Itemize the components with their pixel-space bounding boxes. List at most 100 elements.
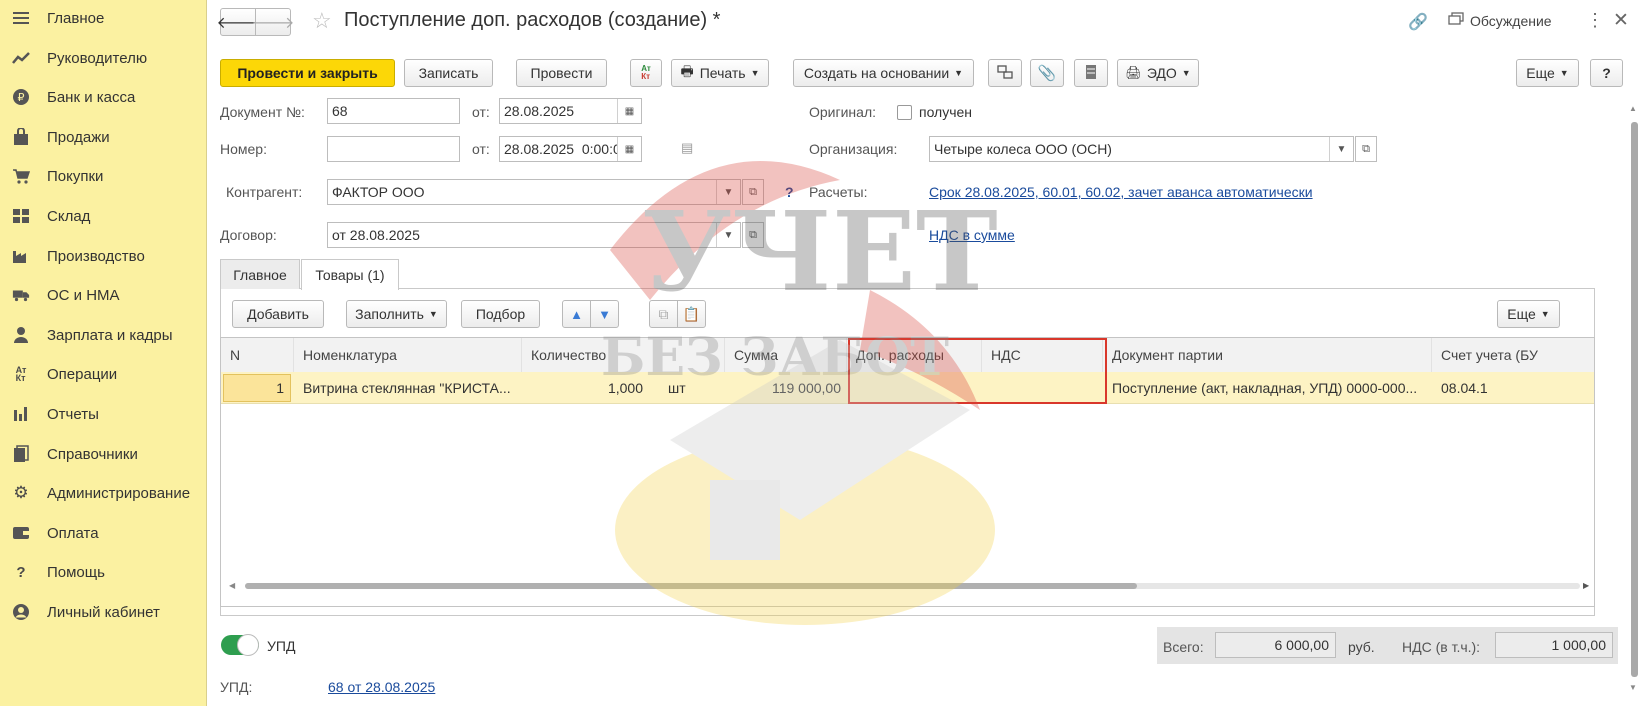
chevron-down-icon[interactable]: ▼ xyxy=(1329,137,1353,161)
scroll-down-icon[interactable]: ▼ xyxy=(1629,683,1637,692)
post-and-close-button[interactable]: Провести и закрыть xyxy=(220,59,395,87)
save-button[interactable]: Записать xyxy=(404,59,493,87)
nomer-date-field[interactable]: 28.08.2025 0:00:00 ▦ xyxy=(499,136,642,162)
question-icon[interactable]: ? xyxy=(785,184,794,200)
cell-sum[interactable]: 119 000,00 xyxy=(725,372,841,404)
scroll-up-icon[interactable]: ▲ xyxy=(1629,104,1637,113)
column-header-qty[interactable]: Количество xyxy=(522,338,725,372)
move-up-button[interactable]: ▲ xyxy=(562,300,591,328)
column-header-account[interactable]: Счет учета (БУ xyxy=(1432,338,1594,372)
add-button[interactable]: Добавить xyxy=(232,300,324,328)
scrollbar-thumb[interactable] xyxy=(245,583,1137,589)
sidebar-item-label: Помощь xyxy=(47,563,105,581)
upd-link[interactable]: 68 от 28.08.2025 xyxy=(328,679,435,695)
sidebar-item-warehouse[interactable]: Склад xyxy=(0,198,207,234)
column-header-n[interactable]: N xyxy=(221,338,294,372)
cell-account[interactable]: 08.04.1 xyxy=(1441,372,1591,404)
open-organization-button[interactable]: ⧉ xyxy=(1355,136,1377,162)
sidebar-item-references[interactable]: Справочники xyxy=(0,436,207,472)
calendar-icon[interactable]: ▦ xyxy=(617,99,641,123)
chevron-down-icon[interactable]: ▼ xyxy=(716,223,740,247)
discussion-button[interactable]: Обсуждение xyxy=(1448,12,1552,29)
copy-button[interactable]: ⧉ xyxy=(649,300,678,328)
doc-date-field[interactable]: 28.08.2025 ▦ xyxy=(499,98,642,124)
cell-n[interactable]: 1 xyxy=(223,374,291,402)
move-down-button[interactable]: ▼ xyxy=(590,300,619,328)
chevron-down-icon: ▼ xyxy=(428,309,438,319)
sidebar-item-sales[interactable]: Продажи xyxy=(0,119,207,155)
received-checkbox[interactable] xyxy=(897,105,912,120)
dt-kt-button[interactable]: Ат Кт xyxy=(630,59,662,87)
sidebar-item-manager[interactable]: Руководителю xyxy=(0,40,207,76)
cell-batch-doc[interactable]: Поступление (акт, накладная, УПД) 0000-0… xyxy=(1112,372,1428,404)
sidebar-item-payment[interactable]: Оплата xyxy=(0,515,207,551)
table-more-button[interactable]: Еще ▼ xyxy=(1497,300,1560,328)
more-vertical-icon[interactable]: ⋮ xyxy=(1586,10,1604,31)
sidebar-item-production[interactable]: Производство xyxy=(0,238,207,274)
scroll-left-icon[interactable]: ◀ xyxy=(229,581,235,590)
sidebar-item-purchases[interactable]: Покупки xyxy=(0,158,207,194)
fill-button[interactable]: Заполнить ▼ xyxy=(346,300,447,328)
organization-field[interactable]: Четыре колеса ООО (ОСН) ▼ xyxy=(929,136,1354,162)
cell-item[interactable]: Витрина стеклянная "КРИСТА... xyxy=(303,372,518,404)
cell-extra-costs[interactable] xyxy=(851,372,979,404)
sidebar-item-main[interactable]: Главное xyxy=(0,0,207,36)
sidebar-item-salary[interactable]: Зарплата и кадры xyxy=(0,317,207,353)
column-header-vat[interactable]: НДС xyxy=(982,338,1103,372)
sidebar-item-bank[interactable]: ₽ Банк и касса xyxy=(0,79,207,115)
star-icon[interactable]: ☆ xyxy=(312,8,332,34)
help-button[interactable]: ? xyxy=(1590,59,1623,87)
date-label-2: от: xyxy=(472,141,490,157)
sidebar-item-operations[interactable]: Ат Кт Операции xyxy=(0,356,207,392)
organization-label: Организация: xyxy=(809,141,898,157)
vat-total-field: 1 000,00 xyxy=(1495,632,1613,658)
original-label: Оригинал: xyxy=(809,104,876,120)
more-button[interactable]: Еще ▼ xyxy=(1516,59,1579,87)
open-contractor-button[interactable]: ⧉ xyxy=(742,179,764,205)
forward-button[interactable]: 🡒 xyxy=(252,8,294,36)
attach-button[interactable]: 📎 xyxy=(1030,59,1064,87)
vertical-scrollbar[interactable] xyxy=(1631,122,1638,677)
post-button[interactable]: Провести xyxy=(516,59,607,87)
cell-vat[interactable] xyxy=(986,372,1100,404)
sidebar-item-label: Руководителю xyxy=(47,49,148,67)
structure-button[interactable] xyxy=(988,59,1022,87)
sidebar-item-assets[interactable]: ОС и НМА xyxy=(0,277,207,313)
settlements-link[interactable]: Срок 28.08.2025, 60.01, 60.02, зачет ава… xyxy=(929,184,1313,200)
create-based-label: Создать на основании xyxy=(803,65,950,81)
print-button[interactable]: 🖶 Печать ▼ xyxy=(671,59,769,87)
pick-button[interactable]: Подбор xyxy=(461,300,540,328)
create-based-button[interactable]: Создать на основании ▼ xyxy=(793,59,974,87)
cell-unit[interactable]: шт xyxy=(668,372,708,404)
horizontal-scrollbar[interactable] xyxy=(245,583,1580,589)
open-contract-button[interactable]: ⧉ xyxy=(742,222,764,248)
scroll-right-icon[interactable]: ▶ xyxy=(1583,581,1589,590)
calculator-button[interactable] xyxy=(1074,59,1108,87)
close-icon[interactable]: ✕ xyxy=(1613,9,1629,32)
contractor-field[interactable]: ФАКТОР ООО ▼ xyxy=(327,179,741,205)
open-icon: ⧉ xyxy=(749,185,757,198)
sidebar-item-reports[interactable]: Отчеты xyxy=(0,396,207,432)
paste-button[interactable]: 📋 xyxy=(677,300,706,328)
edo-button[interactable]: 🖨 ЭДО ▼ xyxy=(1117,59,1199,87)
contract-field[interactable]: от 28.08.2025 ▼ xyxy=(327,222,741,248)
column-header-sum[interactable]: Сумма xyxy=(725,338,847,372)
column-header-extra-costs[interactable]: Доп. расходы xyxy=(847,338,982,372)
tab-goods[interactable]: Товары (1) xyxy=(301,259,399,290)
link-icon[interactable]: 🔗 xyxy=(1408,12,1428,32)
sidebar-item-account[interactable]: Личный кабинет xyxy=(0,594,207,630)
column-header-item[interactable]: Номенклатура xyxy=(294,338,522,372)
cell-qty[interactable]: 1,000 xyxy=(525,372,643,404)
doc-number-field[interactable]: 68 xyxy=(327,98,460,124)
chevron-down-icon[interactable]: ▼ xyxy=(716,180,740,204)
tab-main[interactable]: Главное xyxy=(220,259,300,289)
vat-link[interactable]: НДС в сумме xyxy=(929,227,1015,243)
sidebar-item-label: Продажи xyxy=(47,128,110,146)
upd-toggle[interactable] xyxy=(221,634,259,656)
nomer-field[interactable] xyxy=(327,136,460,162)
sidebar-item-admin[interactable]: ⚙ Администрирование xyxy=(0,475,207,511)
document-icon[interactable]: ▤ xyxy=(681,140,693,156)
calendar-icon[interactable]: ▦ xyxy=(617,137,641,161)
sidebar-item-help[interactable]: ? Помощь xyxy=(0,554,207,590)
column-header-batch-doc[interactable]: Документ партии xyxy=(1103,338,1432,372)
